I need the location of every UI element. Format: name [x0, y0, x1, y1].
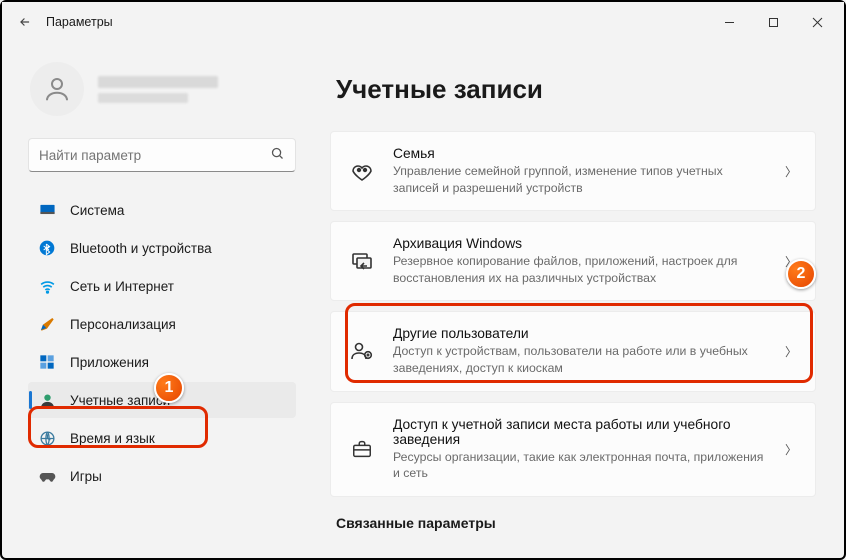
card-family[interactable]: Семья Управление семейной группой, измен…: [330, 131, 816, 211]
sidebar-item-accounts[interactable]: Учетные записи: [28, 382, 296, 418]
sidebar: Система Bluetooth и устройства Сеть и Ин…: [2, 42, 314, 558]
card-backup[interactable]: Архивация Windows Резервное копирование …: [330, 221, 816, 301]
sidebar-item-time[interactable]: Время и язык: [28, 420, 296, 456]
sidebar-item-network[interactable]: Сеть и Интернет: [28, 268, 296, 304]
back-button[interactable]: [10, 7, 40, 37]
sidebar-item-label: Сеть и Интернет: [70, 279, 174, 294]
wifi-icon: [38, 278, 56, 295]
chevron-right-icon: 〉: [785, 343, 797, 360]
maximize-button[interactable]: [752, 8, 794, 36]
minimize-button[interactable]: [708, 8, 750, 36]
nav-list: Система Bluetooth и устройства Сеть и Ин…: [28, 192, 296, 494]
sidebar-item-label: Время и язык: [70, 431, 155, 446]
page-title: Учетные записи: [336, 74, 816, 105]
window-controls: [708, 8, 838, 36]
card-desc: Доступ к устройствам, пользователи на ра…: [393, 343, 767, 376]
card-other-users[interactable]: Другие пользователи Доступ к устройствам…: [330, 311, 816, 391]
chevron-right-icon: 〉: [785, 253, 797, 270]
sidebar-item-label: Игры: [70, 469, 102, 484]
sidebar-item-label: Персонализация: [70, 317, 176, 332]
person-icon: [38, 392, 56, 409]
sidebar-item-label: Bluetooth и устройства: [70, 241, 212, 256]
backup-icon: [349, 249, 375, 273]
bluetooth-icon: [38, 240, 56, 256]
card-desc: Ресурсы организации, такие как электронн…: [393, 449, 767, 482]
titlebar: Параметры: [2, 2, 844, 42]
sidebar-item-bluetooth[interactable]: Bluetooth и устройства: [28, 230, 296, 266]
card-title: Доступ к учетной записи места работы или…: [393, 417, 767, 447]
sidebar-item-apps[interactable]: Приложения: [28, 344, 296, 380]
section-header: Связанные параметры: [336, 515, 816, 531]
clock-globe-icon: [38, 430, 56, 447]
card-title: Семья: [393, 146, 767, 161]
content: Учетные записи Семья Управление семейной…: [314, 42, 844, 558]
card-title: Архивация Windows: [393, 236, 767, 251]
avatar: [30, 62, 84, 116]
briefcase-icon: [349, 438, 375, 460]
profile-text: [98, 76, 218, 103]
sidebar-item-label: Система: [70, 203, 124, 218]
display-icon: [38, 202, 56, 219]
card-work-school[interactable]: Доступ к учетной записи места работы или…: [330, 402, 816, 497]
sidebar-item-label: Учетные записи: [70, 393, 170, 408]
apps-icon: [38, 354, 56, 370]
window-title: Параметры: [46, 15, 113, 29]
search-icon: [270, 146, 285, 164]
chevron-right-icon: 〉: [785, 163, 797, 180]
close-button[interactable]: [796, 8, 838, 36]
brush-icon: [38, 316, 56, 332]
sidebar-item-label: Приложения: [70, 355, 149, 370]
other-users-icon: [349, 339, 375, 363]
card-title: Другие пользователи: [393, 326, 767, 341]
sidebar-item-system[interactable]: Система: [28, 192, 296, 228]
card-desc: Управление семейной группой, изменение т…: [393, 163, 767, 196]
gamepad-icon: [38, 468, 56, 485]
family-icon: [349, 159, 375, 183]
search-input[interactable]: [39, 148, 270, 163]
chevron-right-icon: 〉: [785, 441, 797, 458]
profile-block[interactable]: [30, 62, 296, 116]
sidebar-item-games[interactable]: Игры: [28, 458, 296, 494]
card-desc: Резервное копирование файлов, приложений…: [393, 253, 767, 286]
sidebar-item-personalization[interactable]: Персонализация: [28, 306, 296, 342]
search-box[interactable]: [28, 138, 296, 172]
